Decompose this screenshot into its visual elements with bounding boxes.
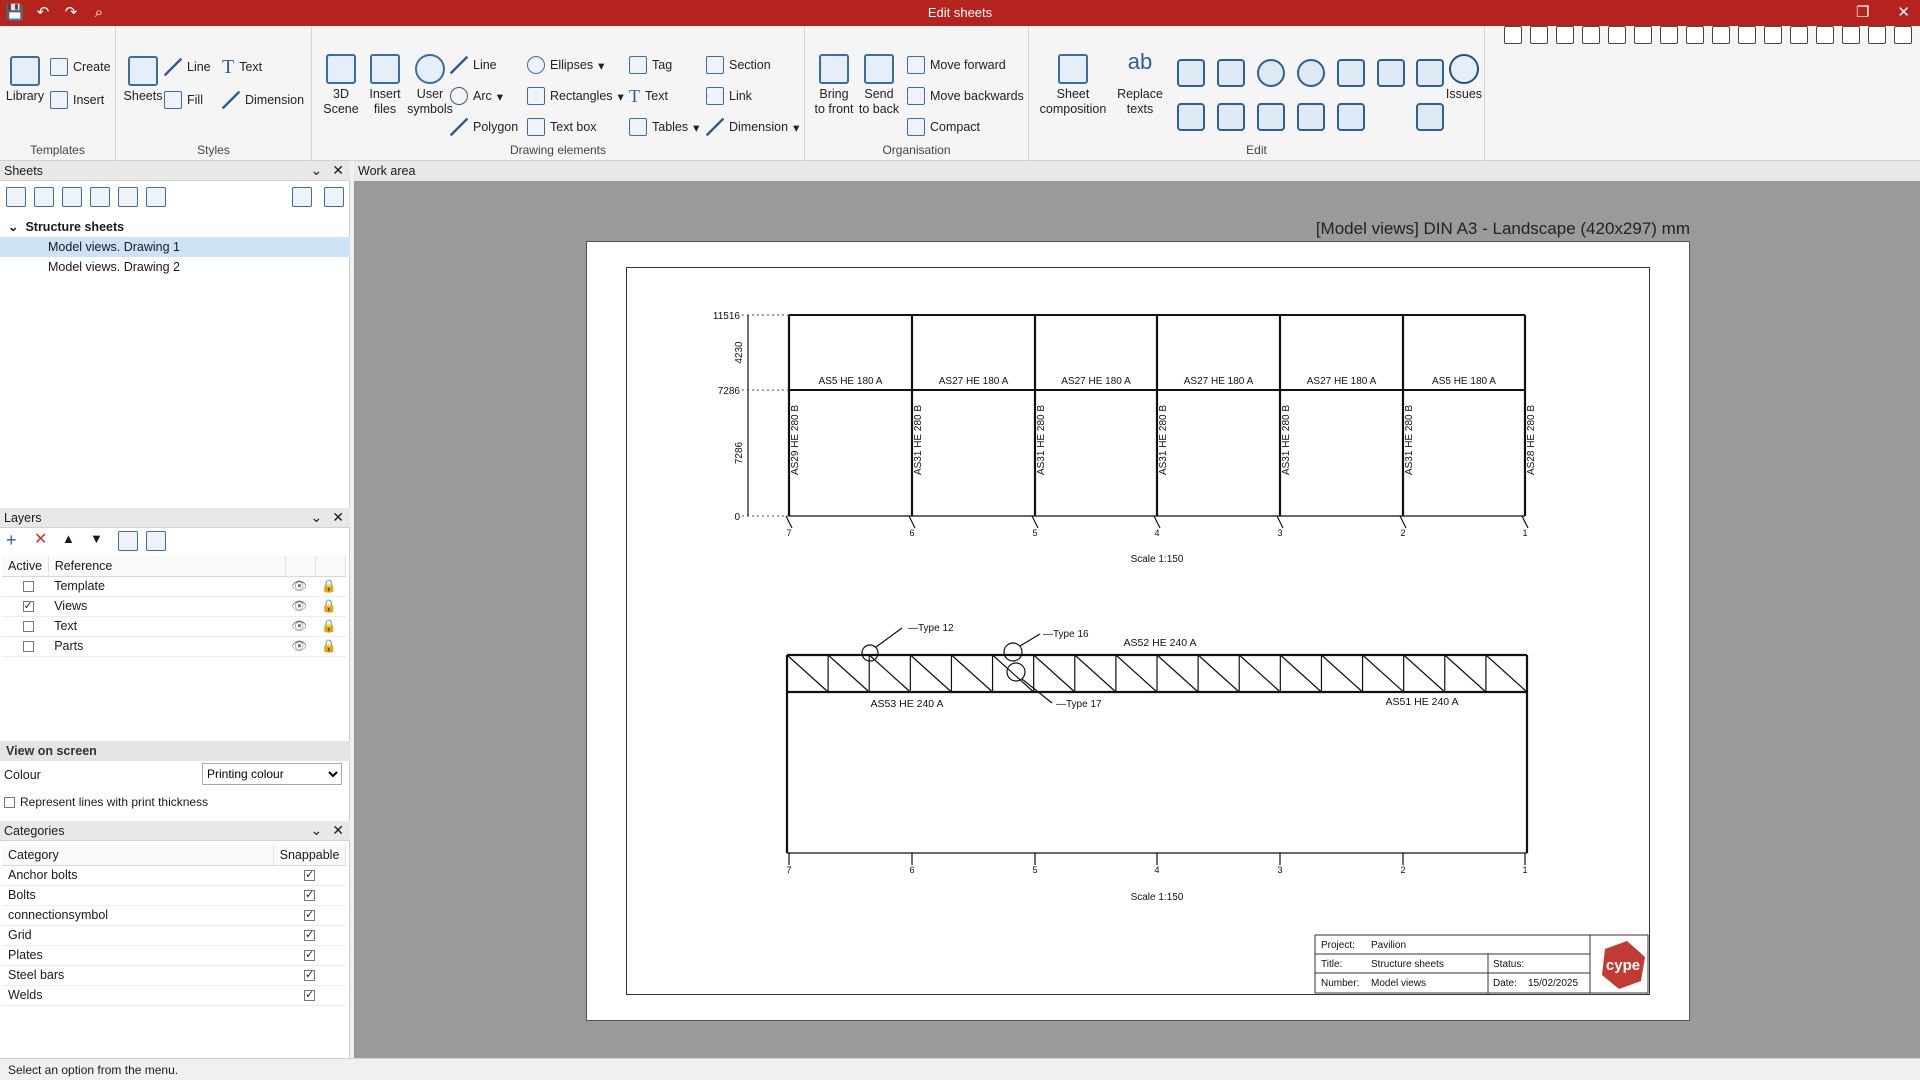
logo-text: cype	[1606, 957, 1640, 974]
drawing-canvas[interactable]: 7 AS29 HE 280 B 6 AS31 HE 280 B 5 AS31 HE 280…	[0, 0, 1920, 1080]
support-mark	[1276, 515, 1284, 529]
number-label: Number:	[1321, 978, 1359, 989]
axis-label: 7	[786, 865, 791, 875]
beam-label: AS5 HE 180 A	[1432, 376, 1496, 387]
axis-label: 6	[909, 865, 914, 875]
dimension-label: 7286	[734, 441, 745, 464]
truss-diagonal[interactable]	[1156, 654, 1199, 693]
title-label: Title:	[1321, 959, 1342, 970]
column-label: AS31 HE 280 B	[1158, 405, 1169, 475]
scale-label: Scale 1:150	[1131, 554, 1184, 565]
truss-diagonal[interactable]	[1238, 654, 1281, 693]
dimension-label: 4230	[734, 341, 745, 364]
axis-label: 4	[1154, 865, 1159, 875]
truss-diagonal[interactable]	[1033, 654, 1076, 693]
truss-diagonal[interactable]	[1362, 654, 1405, 693]
detail-marker[interactable]	[1003, 642, 1023, 662]
truss-diagonal[interactable]	[1115, 654, 1158, 693]
truss-diagonal[interactable]	[909, 654, 952, 693]
axis-label: 1	[1522, 528, 1527, 538]
axis-label: 2	[1400, 865, 1405, 875]
support-mark	[1521, 515, 1529, 529]
chord-label: AS52 HE 240 A	[1124, 637, 1197, 649]
chord-label: AS51 HE 240 A	[1386, 696, 1459, 708]
axis-label: 1	[1522, 865, 1527, 875]
support-mark	[908, 515, 916, 529]
column-label: AS28 HE 280 B	[1526, 405, 1537, 475]
chord-label: AS53 HE 240 A	[871, 698, 944, 710]
column-label: AS31 HE 280 B	[913, 405, 924, 475]
beam-label: AS27 HE 180 A	[939, 376, 1009, 387]
support-mark	[785, 515, 793, 529]
support-mark	[1031, 515, 1039, 529]
leader-line	[875, 627, 903, 648]
status-bar: Select an option from the menu.	[0, 1058, 1920, 1080]
truss-diagonal[interactable]	[1444, 654, 1487, 693]
title-block: Project: Pavilion Title: Structure sheets Nu…	[1314, 934, 1649, 994]
title-block-frame	[1314, 934, 1649, 994]
truss-diagonal[interactable]	[1074, 654, 1117, 693]
frame-elevation-drawing[interactable]: 7 AS29 HE 280 B 6 AS31 HE 280 B 5 AS31 HE 280…	[713, 311, 1537, 565]
truss-diagonal[interactable]	[1403, 654, 1446, 693]
date-label: Date:	[1493, 978, 1517, 989]
axis-label: 2	[1400, 528, 1405, 538]
truss-diagonal[interactable]	[827, 654, 870, 693]
status-label: Status:	[1493, 959, 1524, 970]
beam-label: AS27 HE 180 A	[1184, 376, 1254, 387]
truss-diagonal[interactable]	[1279, 654, 1322, 693]
scale-label: Scale 1:150	[1131, 892, 1184, 903]
beam-label: AS5 HE 180 A	[819, 376, 883, 387]
support-mark	[1153, 515, 1161, 529]
leader-line	[1019, 633, 1041, 647]
axis-label: 4	[1154, 528, 1159, 538]
axis-label: 6	[909, 528, 914, 538]
level-label: 7286	[718, 386, 741, 397]
truss-diagonal[interactable]	[786, 654, 829, 693]
date-value: 15/02/2025	[1528, 978, 1578, 989]
column-label: AS29 HE 280 B	[790, 405, 801, 475]
truss-diagonal[interactable]	[868, 654, 911, 693]
truss-diagonal[interactable]	[1321, 654, 1363, 693]
tag-label: —Type 12	[908, 623, 954, 634]
truss-elevation-drawing[interactable]: 7 6 5 4 3 2 1 —Type 12 —Type 16 —Type 17 AS52 HE 2…	[785, 623, 1529, 903]
project-value: Pavilion	[1371, 940, 1406, 951]
axis-label: 3	[1277, 865, 1282, 875]
project-label: Project:	[1321, 940, 1355, 951]
number-value: Model views	[1371, 978, 1426, 989]
column-label: AS31 HE 280 B	[1036, 405, 1047, 475]
column-label: AS31 HE 280 B	[1281, 405, 1292, 475]
beam-label: AS27 HE 180 A	[1061, 376, 1131, 387]
detail-marker[interactable]	[1006, 662, 1026, 682]
detail-marker[interactable]	[861, 644, 879, 662]
level-label: 0	[734, 512, 740, 523]
title-value: Structure sheets	[1371, 959, 1444, 970]
beam-label: AS27 HE 180 A	[1307, 376, 1377, 387]
truss-diagonal[interactable]	[1197, 654, 1240, 693]
axis-label: 5	[1032, 865, 1037, 875]
axis-label: 7	[786, 528, 791, 538]
column-label: AS31 HE 280 B	[1404, 405, 1415, 475]
support-mark	[1399, 515, 1407, 529]
axis-label: 5	[1032, 528, 1037, 538]
truss-diagonal[interactable]	[951, 654, 993, 693]
level-label: 11516	[713, 311, 741, 322]
truss-diagonal[interactable]	[1485, 654, 1528, 693]
tag-label: —Type 17	[1056, 699, 1102, 710]
axis-label: 3	[1277, 528, 1282, 538]
tag-label: —Type 16	[1043, 629, 1089, 640]
